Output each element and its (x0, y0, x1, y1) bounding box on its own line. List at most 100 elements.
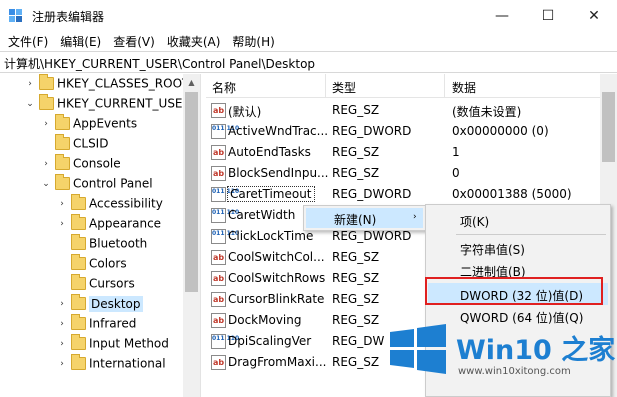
string-value-icon: ab (211, 250, 226, 265)
value-name: DpiScalingVer (228, 334, 312, 348)
tree-item-input-method[interactable]: › Input Method (56, 334, 169, 356)
tree-item-hkcr[interactable]: › HKEY_CLASSES_ROOT (24, 74, 190, 96)
tree-item-label: CLSID (73, 136, 109, 151)
expand-icon[interactable]: › (56, 319, 68, 329)
expand-icon[interactable]: › (56, 299, 68, 309)
value-data: 0 (452, 166, 460, 180)
minimize-button[interactable]: — (479, 0, 525, 31)
value-row[interactable]: ab (默认) REG_SZ (数值未设置) (206, 100, 600, 121)
menu-item-key[interactable]: 项(K) (460, 213, 489, 230)
menu-edit[interactable]: 编辑(E) (54, 31, 107, 51)
expand-icon[interactable]: › (56, 339, 68, 349)
maximize-button[interactable]: ☐ (525, 0, 571, 31)
string-value-icon: ab (211, 145, 226, 160)
window-title: 注册表编辑器 (32, 10, 105, 24)
tree-item-label: Input Method (89, 336, 169, 351)
menu-item-new[interactable]: 新建(N) (334, 211, 376, 228)
value-name: AutoEndTasks (228, 145, 311, 159)
tree-item-desktop[interactable]: › Desktop (56, 294, 143, 316)
tree-item-bluetooth[interactable]: Bluetooth (56, 234, 147, 256)
windows-logo-icon (390, 324, 446, 374)
tree-item-label: Accessibility (89, 196, 163, 211)
binary-value-icon: 011 110 (211, 208, 239, 223)
value-row[interactable]: 011 110 CaretTimeout REG_DWORD 0x00001388 (… (206, 184, 600, 205)
folder-icon (55, 114, 70, 130)
tree-item-clsid[interactable]: CLSID (40, 134, 109, 156)
tree-item-colors[interactable]: Colors (56, 254, 127, 276)
column-name[interactable]: 名称 (212, 79, 236, 96)
scroll-thumb[interactable] (602, 92, 615, 162)
folder-icon (71, 214, 86, 230)
tree-item-cursors[interactable]: Cursors (56, 274, 135, 296)
close-button[interactable]: ✕ (571, 0, 617, 31)
regedit-icon (9, 9, 22, 22)
value-type: REG_SZ (332, 166, 380, 180)
value-name: CursorBlinkRate (228, 292, 325, 306)
menu-favorites[interactable]: 收藏夹(A) (161, 31, 227, 51)
menu-file[interactable]: 文件(F) (2, 31, 54, 51)
expand-icon[interactable]: › (40, 119, 52, 129)
highlight-box (425, 277, 603, 305)
tree-item-infrared[interactable]: › Infrared (56, 314, 137, 336)
menu-help[interactable]: 帮助(H) (226, 31, 280, 51)
tree-item-appevents[interactable]: › AppEvents (40, 114, 137, 136)
context-menu: 新建(N) › (303, 205, 426, 231)
column-divider[interactable] (325, 74, 326, 98)
tree-item-appearance[interactable]: › Appearance (56, 214, 161, 236)
value-name: ActiveWndTrac... (228, 124, 329, 138)
tree-item-console[interactable]: › Console (40, 154, 121, 176)
tree-item-label: Control Panel (73, 176, 153, 191)
string-value-icon: ab (211, 313, 226, 328)
collapse-icon[interactable]: ⌄ (24, 99, 36, 109)
folder-icon (71, 274, 86, 290)
binary-value-icon: 011 110 (211, 187, 239, 202)
tree-item-control-panel[interactable]: ⌄ Control Panel (40, 174, 153, 196)
expand-icon[interactable]: › (40, 159, 52, 169)
tree-item-hkcu[interactable]: ⌄ HKEY_CURRENT_USER (24, 94, 191, 116)
expand-icon[interactable]: › (24, 79, 36, 89)
value-row[interactable]: ab BlockSendInpu... REG_SZ 0 (206, 163, 600, 184)
folder-icon (71, 194, 86, 210)
tree-item-accessibility[interactable]: › Accessibility (56, 194, 163, 216)
value-name: CoolSwitchRows (228, 271, 326, 285)
tree-item-label: Colors (89, 256, 127, 271)
value-row[interactable]: ab AutoEndTasks REG_SZ 1 (206, 142, 600, 163)
tree-scrollbar[interactable]: ▲ (183, 74, 200, 397)
column-divider[interactable] (444, 74, 445, 98)
tree-item-international[interactable]: › International (56, 354, 166, 376)
value-row[interactable]: 011 110 ActiveWndTrac... REG_DWORD 0x000000… (206, 121, 600, 142)
value-name: DockMoving (228, 313, 302, 327)
value-type: REG_DWORD (332, 229, 412, 243)
folder-icon (39, 94, 54, 110)
key-tree: › HKEY_CLASSES_ROOT ⌄ HKEY_CURRENT_USER › A… (0, 74, 200, 397)
value-type: REG_SZ (332, 145, 380, 159)
expand-icon[interactable]: › (56, 359, 68, 369)
tree-item-label: Desktop (89, 295, 143, 312)
scroll-thumb[interactable] (185, 92, 198, 292)
value-name: DragFromMaxi... (228, 355, 327, 369)
menu-bar: 文件(F) 编辑(E) 查看(V) 收藏夹(A) 帮助(H) (0, 31, 617, 51)
menu-item-string-value[interactable]: 字符串值(S) (460, 241, 525, 258)
column-type[interactable]: 类型 (332, 79, 356, 96)
value-data: (数值未设置) (452, 105, 522, 119)
tree-item-label: HKEY_CLASSES_ROOT (57, 76, 190, 91)
folder-icon (55, 174, 70, 190)
folder-icon (71, 334, 86, 350)
expand-icon[interactable]: › (56, 199, 68, 209)
value-name: CoolSwitchCol... (228, 250, 325, 264)
value-type: REG_DWORD (332, 124, 412, 138)
column-data[interactable]: 数据 (452, 79, 476, 96)
scroll-up-icon[interactable]: ▲ (183, 74, 200, 91)
value-type: REG_SZ (332, 103, 380, 117)
menu-view[interactable]: 查看(V) (107, 31, 161, 51)
collapse-icon[interactable]: ⌄ (40, 179, 52, 189)
value-name: ClickLockTime (228, 229, 314, 243)
tree-item-label: Infrared (89, 316, 137, 331)
title-bar: 注册表编辑器 — ☐ ✕ (0, 0, 617, 31)
address-bar[interactable]: 计算机\HKEY_CURRENT_USER\Control Panel\Desk… (0, 51, 617, 73)
folder-icon (55, 134, 70, 150)
binary-value-icon: 011 110 (211, 124, 239, 139)
value-data: 1 (452, 145, 460, 159)
expand-icon[interactable]: › (56, 219, 68, 229)
folder-icon (39, 74, 54, 90)
